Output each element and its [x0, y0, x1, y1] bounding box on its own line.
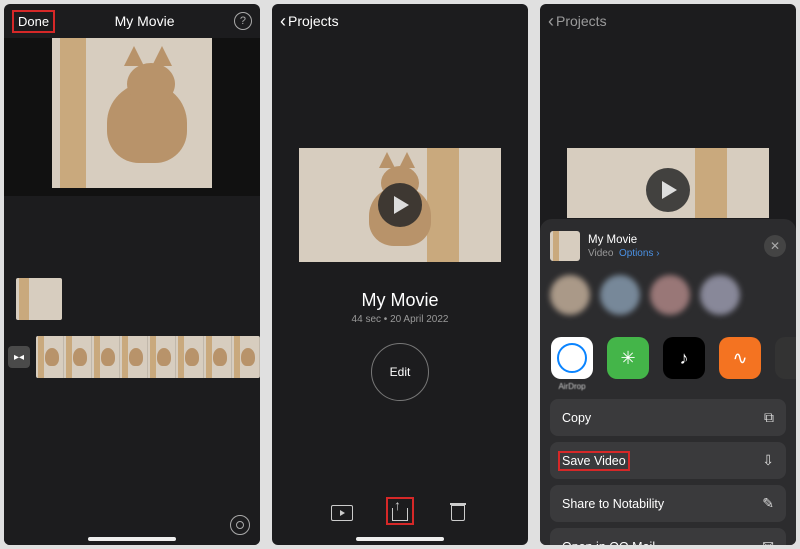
save-icon: ⇩: [762, 452, 774, 469]
transition-icon[interactable]: ▸◂: [8, 346, 30, 368]
share-sheet: My Movie Video Options › ✕ AirDrop ✳: [540, 219, 796, 545]
action-share-notability[interactable]: Share to Notability ✎: [550, 485, 786, 522]
sheet-title: My Movie: [588, 233, 756, 248]
play-button: [646, 168, 690, 212]
mail-icon: ✉: [762, 538, 774, 545]
project-detail-screen: ‹ Projects My Movie 44 sec • 20 April 20…: [272, 4, 528, 545]
back-to-projects-dimmed: ‹ Projects: [540, 4, 796, 38]
app-item[interactable]: ♪: [662, 337, 706, 391]
home-indicator: [88, 537, 176, 541]
app-icon: ♪: [663, 337, 705, 379]
app-label: AirDrop: [547, 382, 597, 391]
action-label: Save Video: [562, 454, 626, 468]
action-label: Open in QQ Mail: [562, 540, 655, 546]
back-to-projects[interactable]: ‹ Projects: [272, 4, 528, 38]
video-thumbnail[interactable]: [299, 148, 501, 262]
app-label: [659, 382, 709, 391]
back-label: Projects: [556, 13, 607, 29]
media-thumbnail[interactable]: [16, 278, 62, 320]
share-button[interactable]: [386, 497, 414, 525]
timeline[interactable]: ▸◂: [4, 336, 260, 378]
app-label: [715, 382, 765, 391]
action-label: Copy: [562, 411, 591, 425]
home-indicator: [356, 537, 444, 541]
app-icon: ∿: [719, 337, 761, 379]
help-icon[interactable]: ?: [234, 12, 252, 30]
action-open-qqmail[interactable]: Open in QQ Mail ✉: [550, 528, 786, 545]
project-title: My Movie: [115, 13, 175, 29]
trash-icon: [451, 505, 465, 521]
contact-avatar[interactable]: [600, 275, 640, 315]
sheet-options-link[interactable]: Options ›: [619, 248, 660, 259]
pencil-icon: ✎: [762, 495, 774, 512]
share-icon: [392, 501, 408, 521]
app-label: [603, 382, 653, 391]
movie-meta: 44 sec • 20 April 2022: [272, 314, 528, 325]
chevron-left-icon: ‹: [548, 11, 554, 32]
apps-row[interactable]: AirDrop ✳ ♪ ∿: [540, 331, 796, 393]
action-save-video[interactable]: Save Video ⇩: [550, 442, 786, 479]
action-label: Share to Notability: [562, 497, 664, 511]
gear-icon[interactable]: [230, 515, 250, 535]
sheet-subtype: Video: [588, 248, 613, 259]
play-rect-icon: [331, 505, 353, 521]
editor-screen: Done My Movie ? ▸◂: [4, 4, 260, 545]
chevron-left-icon: ‹: [280, 11, 286, 32]
app-item[interactable]: ∿: [718, 337, 762, 391]
contact-avatar[interactable]: [700, 275, 740, 315]
app-airdrop[interactable]: AirDrop: [550, 337, 594, 391]
preview-frame: [52, 38, 212, 188]
app-item[interactable]: ✳: [606, 337, 650, 391]
done-button[interactable]: Done: [12, 10, 55, 33]
play-icon: [394, 196, 409, 214]
contact-avatar[interactable]: [550, 275, 590, 315]
share-sheet-screen: ‹ Projects My Movie Video Options › ✕: [540, 4, 796, 545]
airdrop-icon: [551, 337, 593, 379]
app-item[interactable]: [774, 337, 796, 391]
app-icon: ✳: [607, 337, 649, 379]
contacts-row[interactable]: [540, 265, 796, 319]
play-rect-button[interactable]: [328, 499, 356, 527]
copy-icon: ⧉: [764, 409, 774, 426]
contact-avatar[interactable]: [650, 275, 690, 315]
sheet-thumbnail: [550, 231, 580, 261]
back-label: Projects: [288, 13, 339, 29]
edit-button[interactable]: Edit: [371, 343, 429, 401]
app-icon: [775, 337, 796, 379]
movie-title: My Movie: [272, 290, 528, 311]
close-button[interactable]: ✕: [764, 235, 786, 257]
video-preview: [4, 38, 260, 196]
video-thumbnail-dimmed: [567, 148, 769, 218]
app-label: [771, 382, 796, 391]
play-button[interactable]: [378, 183, 422, 227]
delete-button[interactable]: [444, 499, 472, 527]
action-copy[interactable]: Copy ⧉: [550, 399, 786, 436]
timeline-clip[interactable]: [36, 336, 260, 378]
